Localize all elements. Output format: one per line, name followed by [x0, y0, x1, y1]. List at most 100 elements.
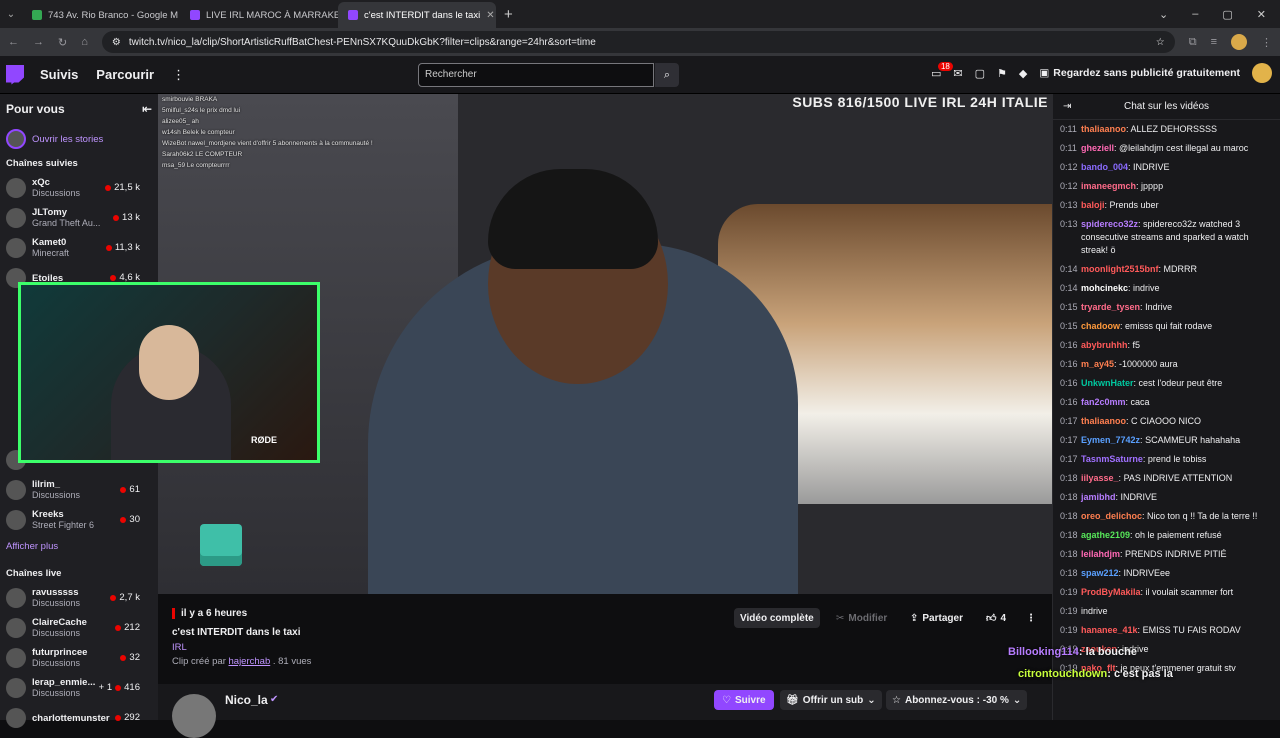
chat-username[interactable]: fan2c0mm	[1081, 397, 1126, 407]
chat-username[interactable]: thaliaanoo	[1081, 124, 1126, 134]
maximize-button[interactable]: ▢	[1222, 8, 1232, 21]
sidebar-channel[interactable]: charlottemunster 292	[0, 703, 158, 733]
minimize-button[interactable]: –	[1192, 8, 1198, 21]
chat-username[interactable]: m_ay45	[1081, 359, 1114, 369]
collapse-sidebar-icon[interactable]: ⇤	[142, 102, 152, 116]
collapse-chat-icon[interactable]: ⇥	[1063, 101, 1071, 112]
floating-username: Billooking114	[1008, 646, 1079, 658]
show-more-link[interactable]: Afficher plus	[0, 535, 158, 558]
chat-username[interactable]: thaliaanoo	[1081, 416, 1126, 426]
chat-username[interactable]: gheziell	[1081, 143, 1114, 153]
chat-username[interactable]: mohcinekc	[1081, 283, 1128, 293]
full-video-button[interactable]: Vidéo complète	[734, 608, 820, 628]
home-icon[interactable]: ⌂	[81, 36, 88, 48]
search-icon[interactable]: ⌕	[655, 63, 679, 87]
chat-username[interactable]: leilahdjm	[1081, 549, 1120, 559]
more-menu-icon[interactable]: ⋮	[172, 67, 185, 83]
chat-panel: ⇥ Chat sur les vidéos 0:11 thaliaanoo: AL…	[1052, 94, 1280, 720]
chat-username[interactable]: bando_004	[1081, 162, 1128, 172]
chat-username[interactable]: abybruhhh	[1081, 340, 1128, 350]
chat-username[interactable]: UnkwnHater	[1081, 378, 1134, 388]
channel-avatar	[6, 708, 26, 728]
extensions-icon[interactable]: ⧉	[1189, 36, 1197, 49]
chat-username[interactable]: jamibhd	[1081, 492, 1116, 502]
sidebar-channel[interactable]: ClaireCache Discussions 212	[0, 613, 158, 643]
chat-username[interactable]: iilyasse_	[1081, 473, 1119, 483]
chat-username[interactable]: oreo_delichoc	[1081, 511, 1142, 521]
channel-avatar[interactable]	[172, 694, 216, 738]
user-avatar[interactable]	[1252, 63, 1272, 83]
chat-username[interactable]: agathe2109	[1081, 530, 1130, 540]
inbox-icon[interactable]: ▭ 18	[931, 61, 953, 80]
twitch-logo-icon[interactable]	[6, 64, 24, 85]
like-button[interactable]: 👍︎ 4	[980, 608, 1012, 628]
chat-username[interactable]: spidereco32z	[1081, 219, 1138, 229]
sidebar-channel[interactable]: Kreeks Street Fighter 6 30	[0, 505, 158, 535]
reload-icon[interactable]: ↻	[58, 36, 67, 49]
new-tab-button[interactable]: +	[504, 6, 513, 23]
follow-button[interactable]: ♡ Suivre	[714, 690, 774, 710]
viewer-count-value: 292	[124, 712, 140, 723]
channel-name[interactable]: Nico_la	[225, 693, 268, 707]
tab-list-chevron-icon[interactable]: ⌄	[0, 9, 22, 20]
chat-timestamp: 0:18	[1060, 511, 1078, 521]
sidebar-channel[interactable]: xQc Discussions 21,5 k	[0, 173, 158, 203]
verified-icon: ✔	[270, 694, 279, 705]
bookmark-star-icon[interactable]: ☆	[1156, 37, 1165, 48]
sidebar-channel[interactable]: ravusssss Discussions 2,7 k	[0, 583, 158, 613]
chat-username[interactable]: hananee_41k	[1081, 625, 1138, 635]
sidebar-channel[interactable]: lerap_enmie... Discussions + 1 416	[0, 673, 158, 703]
chat-username[interactable]: imaneegmch	[1081, 181, 1136, 191]
tab-search-icon[interactable]: ⌄	[1159, 8, 1168, 21]
browser-menu-icon[interactable]: ⋮	[1261, 36, 1272, 49]
chat-text: EMISS TU FAIS RODAV	[1142, 625, 1241, 635]
chat-username[interactable]: tryarde_tysen	[1081, 302, 1140, 312]
channel-name: lerap_enmie...	[32, 677, 96, 688]
chat-username[interactable]: ProdByMakila	[1081, 587, 1141, 597]
browser-tab[interactable]: c'est INTERDIT dans le taxi ✕	[338, 2, 496, 28]
channel-avatar	[6, 618, 26, 638]
ad-free-promo[interactable]: ▣ Regardez sans publicité gratuitement	[1039, 67, 1240, 79]
search-input[interactable]: Rechercher	[418, 63, 654, 87]
gift-sub-button[interactable]: 🎁︎ Offrir un sub ⌄	[780, 690, 882, 710]
tab-close-icon[interactable]: ✕	[486, 10, 494, 21]
tab-favicon-icon	[190, 10, 200, 20]
stories-button[interactable]: Ouvrir les stories	[0, 124, 158, 154]
viewer-count: + 1 416	[99, 682, 140, 693]
sidebar-channel[interactable]: lilrim_ Discussions 61	[0, 475, 158, 505]
edit-button[interactable]: ✂ Modifier	[830, 608, 893, 628]
url-field[interactable]: ⚙ twitch.tv/nico_la/clip/ShortArtisticRu…	[101, 31, 1175, 53]
clip-category[interactable]: IRL	[172, 642, 187, 653]
chat-timestamp: 0:11	[1060, 143, 1077, 153]
browser-tab[interactable]: 743 Av. Rio Branco - Google M✕	[22, 2, 180, 28]
whispers-icon[interactable]: ▢	[975, 67, 985, 80]
chat-text: cest l'odeur peut être	[1138, 378, 1223, 388]
sidebar-title-text: Pour vous	[6, 102, 65, 116]
chat-username[interactable]: TasnmSaturne	[1081, 454, 1143, 464]
sidebar-channel[interactable]: JLTomy Grand Theft Au... 13 k	[0, 203, 158, 233]
messages-icon[interactable]: ✉	[953, 67, 962, 80]
chat-username[interactable]: chadoow	[1081, 321, 1120, 331]
chat-username[interactable]: Eymen_7742z	[1081, 435, 1140, 445]
nav-browse[interactable]: Parcourir	[96, 67, 154, 82]
back-icon[interactable]: ←	[8, 36, 19, 48]
close-window-button[interactable]: ✕	[1257, 8, 1266, 21]
prime-icon[interactable]: ◆	[1019, 67, 1027, 80]
sidebar-channel[interactable]: futurprincee Discussions 32	[0, 643, 158, 673]
share-button[interactable]: ⇪ Partager	[904, 608, 969, 628]
chat-username[interactable]: moonlight2515bnf	[1081, 264, 1159, 274]
forward-icon[interactable]: →	[33, 36, 44, 48]
chat-username[interactable]: baloji	[1081, 200, 1105, 210]
chat-username[interactable]: spaw212	[1081, 568, 1119, 578]
turbo-icon[interactable]: ⚑	[997, 67, 1007, 80]
creator-link[interactable]: hajerchab	[229, 656, 271, 667]
profile-avatar[interactable]	[1231, 34, 1247, 50]
site-info-icon[interactable]: ⚙	[112, 37, 121, 48]
sidebar-channel[interactable]: Kamet0 Minecraft 11,3 k	[0, 233, 158, 263]
nav-following[interactable]: Suivis	[40, 67, 78, 82]
media-icon[interactable]: ≡	[1211, 36, 1217, 48]
chat-timestamp: 0:15	[1060, 302, 1078, 312]
subscribe-button[interactable]: ☆ Abonnez-vous : -30 % ⌄	[886, 690, 1028, 710]
more-options-icon[interactable]: ⋮	[1020, 608, 1042, 628]
browser-tab[interactable]: LIVE IRL MAROC À MARRAKECH✕	[180, 2, 338, 28]
